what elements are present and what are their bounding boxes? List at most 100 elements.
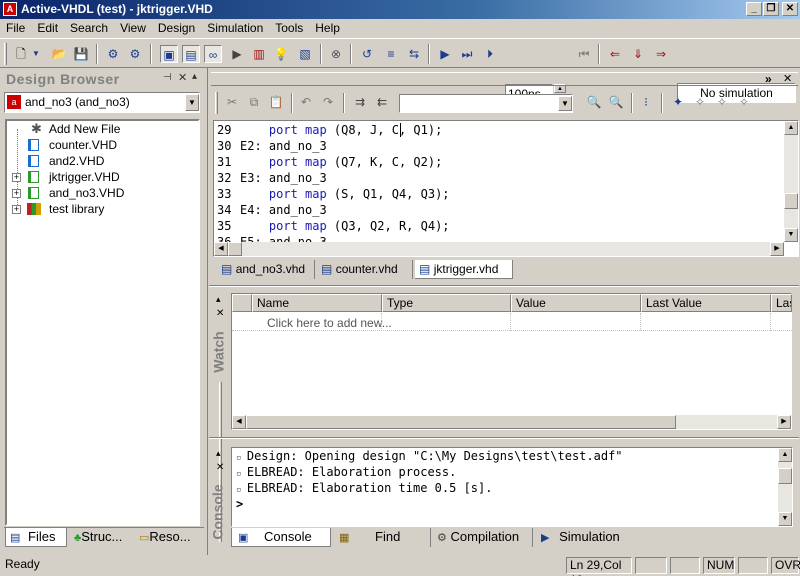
tab-simulation[interactable]: ▶ Simulation	[537, 528, 633, 547]
menu-help[interactable]: Help	[309, 19, 346, 38]
menu-simulation[interactable]: Simulation	[201, 19, 269, 38]
design-browser-toggle-icon[interactable]: ▣	[160, 45, 178, 63]
scroll-thumb[interactable]	[778, 468, 792, 484]
menu-view[interactable]: View	[114, 19, 152, 38]
scroll-left-icon[interactable]: ◀	[232, 415, 246, 429]
paste-icon[interactable]: 📋	[267, 93, 285, 111]
new-file-icon[interactable]: 🗋	[12, 45, 30, 63]
close-watch-icon[interactable]: ✕	[216, 308, 224, 319]
find-icon[interactable]: 🔍	[585, 93, 603, 111]
next-bookmark-icon[interactable]: ✧	[691, 93, 709, 111]
scroll-left-icon[interactable]: ◀	[214, 242, 228, 256]
stop-icon[interactable]: ⊗	[327, 45, 345, 63]
trace-over-icon[interactable]: ⇒	[652, 45, 670, 63]
compile-icon[interactable]: ⚙	[104, 45, 122, 63]
watch-hscrollbar[interactable]: ◀ ▶	[232, 415, 791, 429]
maximize-button[interactable]: ❐	[763, 2, 779, 16]
tab-structure[interactable]: ♣Struc...	[70, 528, 134, 547]
restart-icon[interactable]: ↺	[358, 45, 376, 63]
column-last-value[interactable]: Last Value	[641, 294, 771, 312]
waveform-icon[interactable]: ▧	[296, 45, 314, 63]
new-dropdown-icon[interactable]: ▼	[31, 45, 41, 63]
code-editor[interactable]: 29 port map (Q8, J, C, Q1); 30 E2: and_no…	[213, 120, 799, 257]
column-value[interactable]: Value	[511, 294, 641, 312]
bookmark-icon[interactable]: ✦	[669, 93, 687, 111]
scroll-thumb[interactable]	[228, 242, 242, 256]
watch-add-row[interactable]: Click here to add new...	[232, 313, 792, 331]
open-folder-icon[interactable]: 📂	[50, 45, 68, 63]
close-button[interactable]: ✕	[782, 2, 798, 16]
column-type[interactable]: Type	[382, 294, 511, 312]
scroll-up-icon[interactable]: ▲	[778, 448, 792, 462]
menu-search[interactable]: Search	[64, 19, 114, 38]
pane-menu-icon[interactable]: ▴	[216, 294, 221, 305]
menu-edit[interactable]: Edit	[31, 19, 64, 38]
close-editor-icon[interactable]: ✕	[783, 72, 792, 85]
end-simulation-icon[interactable]: ⇆	[405, 45, 423, 63]
prev-bookmark-icon[interactable]: ✧	[713, 93, 731, 111]
watch-grid[interactable]: Name Type Value Last Value Las Click her…	[231, 293, 792, 430]
tab-resources[interactable]: ▭Reso...	[135, 528, 201, 547]
tab-find[interactable]: ▦ Find	[335, 528, 431, 547]
tab-compilation[interactable]: ⚙ Compilation	[433, 528, 533, 547]
close-console-icon[interactable]: ✕	[216, 462, 224, 473]
clear-bookmarks-icon[interactable]: ✧	[735, 93, 753, 111]
trace-into-icon[interactable]: ⇓	[629, 45, 647, 63]
tab-jktrigger-vhd[interactable]: ▤ jktrigger.vhd	[415, 260, 513, 279]
design-selector[interactable]: a and_no3 (and_no3) ▼	[4, 92, 200, 113]
tab-and-no3-vhd[interactable]: ▤ and_no3.vhd	[215, 260, 315, 279]
search-combo[interactable]: ▼	[399, 94, 573, 113]
tab-files[interactable]: ▤ Files	[5, 528, 67, 547]
expand-icon[interactable]: +	[12, 189, 21, 198]
pane-menu-icon[interactable]: ▴	[216, 448, 221, 459]
editor-vscrollbar[interactable]: ▲ ▼	[784, 121, 798, 242]
redo-icon[interactable]: ↷	[319, 93, 337, 111]
close-pane-icon[interactable]: ✕	[178, 71, 187, 84]
init-simulation-icon[interactable]: ≡	[382, 45, 400, 63]
chevron-down-icon[interactable]: ▼	[558, 96, 572, 111]
cut-icon[interactable]: ✂	[223, 93, 241, 111]
expand-icon[interactable]: +	[12, 205, 21, 214]
minimize-button[interactable]: _	[746, 2, 762, 16]
column-name[interactable]: Name	[252, 294, 382, 312]
scroll-thumb[interactable]	[784, 193, 798, 209]
tab-counter-vhd[interactable]: ▤ counter.vhd	[317, 260, 413, 279]
add-watch-placeholder[interactable]: Click here to add new...	[267, 316, 392, 330]
goto-line-icon[interactable]: ⁝	[637, 93, 655, 111]
tab-console[interactable]: ▣ Console	[231, 528, 331, 547]
editor-hscrollbar[interactable]: ◀ ▶	[214, 242, 784, 256]
console-vscrollbar[interactable]: ▲ ▼	[778, 448, 792, 526]
chevron-down-icon[interactable]: ▼	[185, 94, 199, 111]
scroll-up-icon[interactable]: ▲	[784, 121, 798, 135]
scroll-down-icon[interactable]: ▼	[778, 512, 792, 526]
library-manager-icon[interactable]: ▥	[250, 45, 268, 63]
run-until-icon[interactable]: ⏭	[458, 45, 476, 63]
console-prompt[interactable]: >	[236, 496, 243, 512]
watch-toggle-icon[interactable]: ∞	[204, 45, 222, 63]
compile-all-icon[interactable]: ⚙	[126, 45, 144, 63]
menu-design[interactable]: Design	[152, 19, 201, 38]
outdent-icon[interactable]: ⇇	[373, 93, 391, 111]
console-toggle-icon[interactable]: ▤	[182, 45, 200, 63]
find-next-icon[interactable]: 🔍	[607, 93, 625, 111]
step-back-icon[interactable]: ⏮	[575, 45, 593, 63]
trace-icon[interactable]: ⇐	[606, 45, 624, 63]
console-output[interactable]: ▫ Design: Opening design "C:\My Designs\…	[231, 447, 793, 527]
save-icon[interactable]: 💾	[72, 45, 90, 63]
scroll-right-icon[interactable]: ▶	[777, 415, 791, 429]
library-icon[interactable]: ▶	[228, 45, 246, 63]
splitter[interactable]	[209, 437, 799, 439]
toolbar-grip[interactable]	[215, 92, 218, 114]
copy-icon[interactable]: ⧉	[245, 93, 263, 111]
scroll-down-icon[interactable]: ▼	[784, 228, 798, 242]
pin-icon[interactable]: ⊣	[163, 72, 172, 83]
toolbar-grip[interactable]	[4, 43, 7, 65]
menu-file[interactable]: File	[0, 19, 31, 38]
pane-menu-icon[interactable]: ▴	[192, 71, 197, 82]
chevron-more-icon[interactable]: »	[765, 72, 772, 86]
indent-icon[interactable]: ⇉	[351, 93, 369, 111]
menu-tools[interactable]: Tools	[269, 19, 309, 38]
undo-icon[interactable]: ↶	[297, 93, 315, 111]
run-for-icon[interactable]: ⏵	[481, 45, 499, 63]
splitter[interactable]	[209, 285, 799, 287]
